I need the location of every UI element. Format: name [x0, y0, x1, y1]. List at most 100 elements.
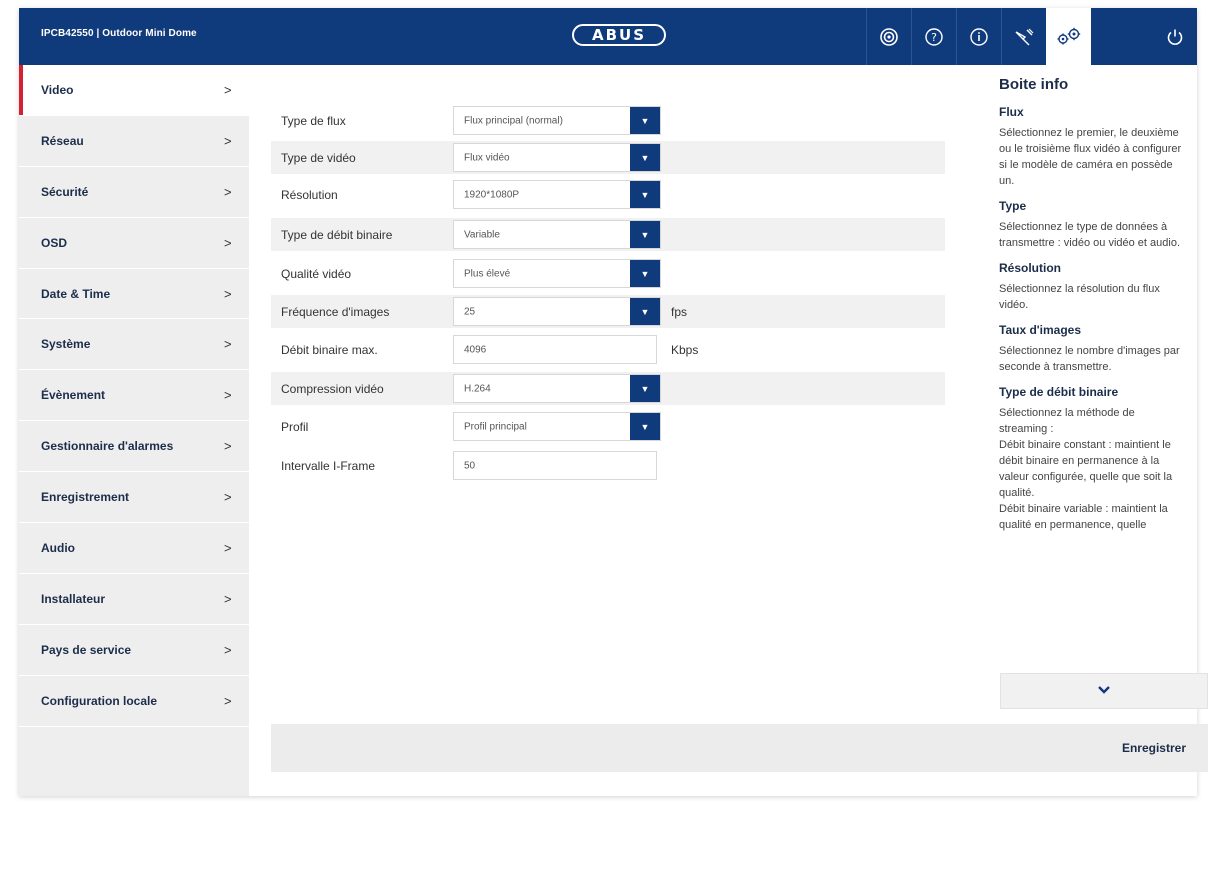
- max-bitrate-label: Débit binaire max.: [281, 342, 378, 357]
- profile-value: Profil principal: [464, 421, 527, 432]
- sidebar-item-local-config[interactable]: Configuration locale >: [19, 676, 249, 727]
- abus-logo: ABUS: [572, 24, 666, 46]
- video-quality-label: Qualité vidéo: [281, 266, 352, 281]
- sidebar-item-video[interactable]: Video >: [19, 65, 249, 116]
- compression-value: H.264: [464, 383, 491, 394]
- iframe-interval-label: Intervalle I-Frame: [281, 458, 376, 473]
- info-button[interactable]: [956, 8, 1001, 65]
- video-type-label: Type de vidéo: [281, 150, 356, 165]
- sidebar-item-label: Video: [41, 82, 74, 97]
- chevron-right-icon: >: [224, 387, 232, 403]
- sidebar-item-service-country[interactable]: Pays de service >: [19, 625, 249, 676]
- settings-button[interactable]: [1046, 8, 1091, 65]
- stream-type-label: Type de flux: [281, 113, 346, 128]
- sidebar-item-date-time[interactable]: Date & Time >: [19, 269, 249, 320]
- sidebar-item-event[interactable]: Évènement >: [19, 370, 249, 422]
- sidebar-item-audio[interactable]: Audio >: [19, 523, 249, 574]
- sidebar-item-label: Système: [41, 337, 91, 352]
- sidebar-item-alarm-manager[interactable]: Gestionnaire d'alarmes >: [19, 421, 249, 473]
- compression-label: Compression vidéo: [281, 381, 384, 396]
- chevron-right-icon: >: [224, 540, 232, 556]
- info-heading-flux: Flux: [999, 105, 1024, 119]
- stream-type-select[interactable]: Flux principal (normal) ▼: [453, 106, 661, 135]
- help-button[interactable]: ?: [911, 8, 956, 65]
- resolution-label: Résolution: [281, 187, 338, 202]
- app-window: IPCB42550 | Outdoor Mini Dome ABUS ? Vid…: [19, 8, 1208, 796]
- sidebar-item-network[interactable]: Réseau >: [19, 116, 249, 167]
- power-button[interactable]: [1152, 8, 1197, 65]
- svg-text:?: ?: [931, 31, 937, 44]
- iframe-interval-input[interactable]: 50: [453, 451, 657, 480]
- compression-row: Compression vidéo H.264 ▼: [271, 372, 945, 405]
- sidebar-item-label: Gestionnaire d'alarmes: [41, 439, 174, 454]
- chevron-right-icon: >: [224, 489, 232, 505]
- frame-rate-unit: fps: [671, 304, 688, 319]
- dropdown-arrow-icon[interactable]: ▼: [630, 298, 660, 325]
- video-quality-value: Plus élevé: [464, 268, 511, 279]
- frame-rate-value: 25: [464, 306, 476, 317]
- sidebar-item-label: Audio: [41, 540, 75, 555]
- info-scroll-down-button[interactable]: [1000, 673, 1208, 709]
- resolution-select[interactable]: 1920*1080P ▼: [453, 180, 661, 209]
- chevron-right-icon: >: [224, 235, 232, 251]
- sidebar-item-label: Enregistrement: [41, 490, 130, 505]
- dropdown-arrow-icon[interactable]: ▼: [630, 144, 660, 171]
- save-button[interactable]: Enregistrer: [1122, 741, 1186, 755]
- chevron-right-icon: >: [224, 438, 232, 454]
- dropdown-arrow-icon[interactable]: ▼: [630, 375, 660, 402]
- info-text-constant-bitrate: Débit binaire constant : maintient le dé…: [999, 439, 1173, 499]
- info-heading-type: Type: [999, 199, 1027, 213]
- frame-rate-select[interactable]: 25 ▼: [453, 297, 661, 326]
- settings-icon: [1055, 27, 1083, 47]
- resolution-row: Résolution 1920*1080P ▼: [271, 178, 945, 211]
- settings-sidebar: Video > Réseau > Sécurité > OSD > Date & Tim…: [19, 65, 249, 796]
- sidebar-item-label: Date & Time: [41, 286, 111, 301]
- playback-button[interactable]: [1001, 8, 1046, 65]
- chevron-right-icon: >: [224, 82, 232, 98]
- sidebar-item-label: Configuration locale: [41, 693, 158, 708]
- device-title: IPCB42550 | Outdoor Mini Dome: [41, 28, 197, 39]
- chevron-down-icon: [1097, 682, 1111, 700]
- chevron-right-icon: >: [224, 693, 232, 709]
- live-view-button[interactable]: [866, 8, 911, 65]
- info-box-title: Boite info: [999, 76, 1069, 93]
- top-bar: IPCB42550 | Outdoor Mini Dome ABUS ?: [19, 8, 1197, 65]
- max-bitrate-input[interactable]: 4096: [453, 335, 657, 364]
- sidebar-item-recording[interactable]: Enregistrement >: [19, 472, 249, 524]
- sidebar-item-installer[interactable]: Installateur >: [19, 574, 249, 625]
- video-quality-select[interactable]: Plus élevé ▼: [453, 259, 661, 288]
- bitrate-type-label: Type de débit binaire: [281, 227, 393, 242]
- dropdown-arrow-icon[interactable]: ▼: [630, 107, 660, 134]
- video-type-row: Type de vidéo Flux vidéo ▼: [271, 141, 945, 174]
- video-type-select[interactable]: Flux vidéo ▼: [453, 143, 661, 172]
- info-text-bitrate-type: Sélectionnez la méthode de streaming :: [999, 407, 1135, 435]
- sidebar-item-osd[interactable]: OSD >: [19, 218, 249, 269]
- profile-row: Profil Profil principal ▼: [271, 410, 945, 443]
- sidebar-item-label: Réseau: [41, 133, 84, 148]
- profile-select[interactable]: Profil principal ▼: [453, 412, 661, 441]
- dropdown-arrow-icon[interactable]: ▼: [630, 413, 660, 440]
- video-quality-row: Qualité vidéo Plus élevé ▼: [271, 257, 945, 290]
- chevron-right-icon: >: [224, 133, 232, 149]
- sidebar-item-security[interactable]: Sécurité >: [19, 167, 249, 218]
- info-heading-resolution: Résolution: [999, 261, 1061, 275]
- info-text-flux: Sélectionnez le premier, le deuxième ou …: [999, 127, 1182, 187]
- dropdown-arrow-icon[interactable]: ▼: [630, 221, 660, 248]
- max-bitrate-unit: Kbps: [671, 342, 699, 357]
- chevron-right-icon: >: [224, 336, 232, 352]
- frame-rate-row: Fréquence d'images 25 ▼ fps: [271, 295, 945, 328]
- max-bitrate-row: Débit binaire max. 4096 Kbps: [271, 333, 945, 366]
- live-view-icon: [879, 27, 899, 47]
- sidebar-item-system[interactable]: Système >: [19, 319, 249, 371]
- bitrate-type-select[interactable]: Variable ▼: [453, 220, 661, 249]
- iframe-interval-row: Intervalle I-Frame 50: [271, 449, 945, 482]
- dropdown-arrow-icon[interactable]: ▼: [630, 181, 660, 208]
- info-icon: [969, 27, 989, 47]
- iframe-interval-value: 50: [464, 460, 476, 471]
- stream-type-row: Type de flux Flux principal (normal) ▼: [271, 104, 945, 137]
- sidebar-item-label: Évènement: [41, 388, 106, 403]
- info-text-type: Sélectionnez le type de données à transm…: [999, 221, 1180, 249]
- compression-select[interactable]: H.264 ▼: [453, 374, 661, 403]
- dropdown-arrow-icon[interactable]: ▼: [630, 260, 660, 287]
- info-text-frame-rate: Sélectionnez le nombre d'images par seco…: [999, 345, 1180, 373]
